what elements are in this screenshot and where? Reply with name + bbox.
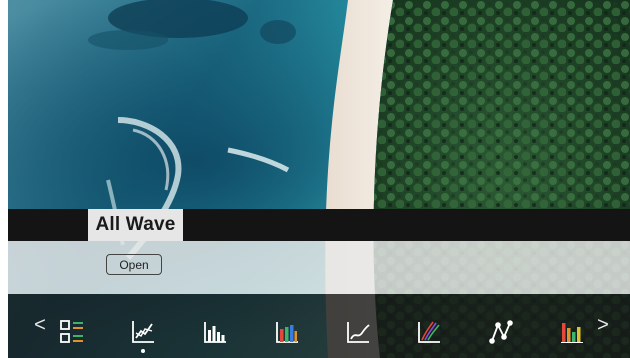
multicolor-bar-chart-icon[interactable]	[560, 319, 586, 345]
bar-chart-icon[interactable]	[202, 319, 228, 345]
tile-title: All Wave	[95, 214, 176, 235]
line-chart-icon[interactable]	[130, 319, 156, 345]
selected-indicator-dot	[141, 349, 145, 353]
next-arrow[interactable]: >	[593, 314, 613, 336]
tile-title-tab: All Wave	[88, 209, 183, 241]
network-graph-icon[interactable]	[488, 319, 514, 345]
tile-preview: All Wave Open < >	[8, 0, 630, 358]
chart-type-toolbar	[8, 294, 630, 358]
curve-chart-icon[interactable]	[345, 319, 371, 345]
info-panel	[8, 241, 630, 294]
colored-bar-chart-icon[interactable]	[274, 319, 300, 345]
previous-arrow[interactable]: <	[30, 314, 50, 336]
multi-line-chart-icon[interactable]	[416, 319, 442, 345]
open-button[interactable]: Open	[106, 254, 162, 275]
list-view-icon[interactable]	[59, 319, 85, 345]
